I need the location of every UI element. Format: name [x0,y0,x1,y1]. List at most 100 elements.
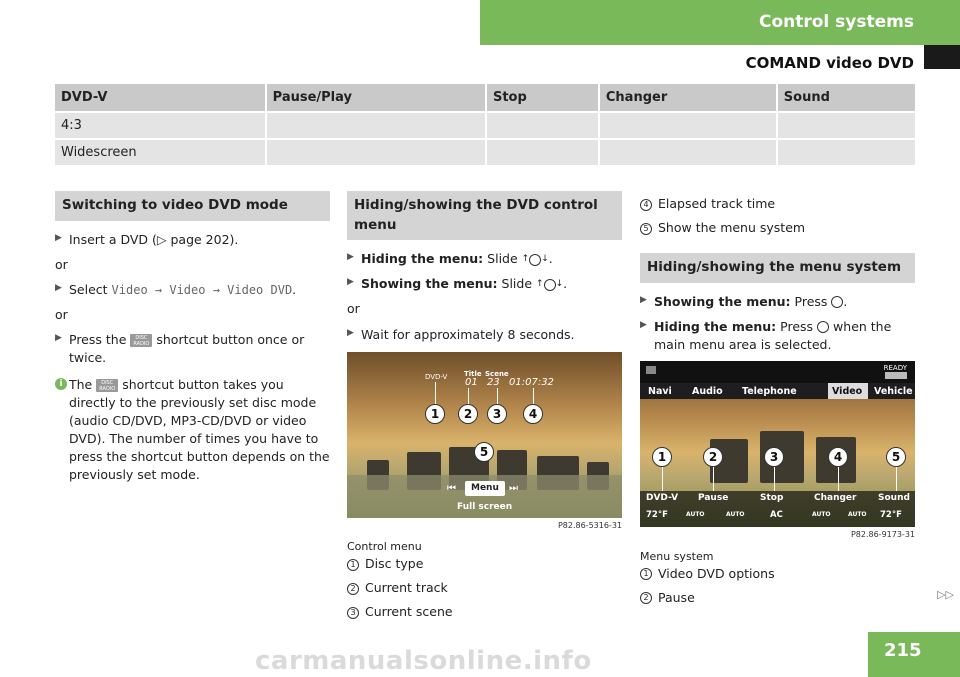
auto-fan-left: AUTO [726,511,745,519]
signal-icon [885,372,907,380]
instruction-step: Showing the menu: Press . [640,293,915,311]
corner-tab-marker [924,45,960,69]
auto-right: AUTO [848,511,867,519]
table-cell [266,140,487,167]
section-header-bar: Control systems [480,0,960,45]
step-label: Hiding the menu: [361,251,484,267]
callout-5: 5 [886,447,906,468]
table-cell [599,113,778,140]
callout-5: 5 [474,441,494,462]
step-text: Wait for approximately 8 seconds. [361,326,575,342]
menu-path: Video → Video → Video DVD [111,282,293,297]
icon-label: RADIO [133,341,150,348]
tab-telephone[interactable]: Telephone [738,383,828,399]
slide-up-icon: ↑ [536,279,544,290]
press-knob-icon [831,296,844,309]
step-label: Showing the menu: [361,276,498,292]
page-number: 215 [868,632,960,677]
image-code: P82.86-9173-31 [850,530,915,540]
func-dvd-v[interactable]: DVD-V [640,492,698,505]
table-cell [777,113,915,140]
table-cell [599,140,778,167]
table-header-cell: Changer [599,84,778,113]
number-marker: 4 [640,198,652,211]
image-code: P82.86-5316-31 [557,520,622,530]
callout-1: 1 [652,447,672,468]
table-header-cell: Stop [486,84,600,113]
previous-icon: ⏮ [447,482,456,494]
column-switching-mode: Switching to video DVD mode Insert a DVD… [55,191,330,484]
step-suffix: . [292,281,297,297]
slide-down-icon: ↓ [555,279,564,290]
step-text: Press [780,318,814,334]
image-caption: Menu system [640,549,714,563]
step-text: Insert a DVD (▷ page 202). [69,231,239,247]
step-prefix: Select [69,281,108,297]
subsection-title: COMAND video DVD [745,54,914,72]
tab-audio[interactable]: Audio [688,383,738,399]
or-separator: or [347,301,360,317]
list-item: 1 Disc type [347,555,622,573]
section-title: Control systems [758,12,914,32]
func-sound[interactable]: Sound [878,492,915,505]
number-marker: 1 [347,558,359,571]
func-pause[interactable]: Pause [698,492,760,505]
slide-down-icon: ↓ [541,254,549,265]
instruction-step: Press the DISCRADIO shortcut button once… [55,331,330,367]
item-text: Show the menu system [658,220,806,236]
func-changer[interactable]: Changer [814,492,878,505]
disc-radio-button-icon: DISC RADIO [130,334,153,348]
instruction-step: Select Video → Video → Video DVD. [55,281,330,299]
item-text: Video DVD options [658,565,775,581]
tab-vehicle[interactable]: Vehicle [868,383,915,399]
table-cell [266,113,487,140]
column-control-menu: Hiding/showing the DVD control menu Hidi… [347,191,622,628]
func-stop[interactable]: Stop [760,492,814,505]
list-item: 3 Current scene [347,603,622,621]
number-marker: 2 [347,582,359,595]
list-item: 1 Video DVD options [640,565,915,583]
video-dvd-options-table: DVD-V Pause/Play Stop Changer Sound 4:3 … [55,84,915,167]
number-marker: 3 [347,606,359,619]
instruction-step: Wait for approximately 8 seconds. [347,326,622,344]
table-header-row: DVD-V Pause/Play Stop Changer Sound [55,84,915,113]
watermark: carmanualsonline.info [255,646,592,676]
table-header-cell: DVD-V [55,84,267,113]
instruction-step: Showing the menu: Slide ↑↓. [347,275,622,293]
list-item: 2 Pause [640,589,915,607]
info-icon: i [55,377,67,390]
table-cell: 4:3 [55,113,267,140]
callout-3: 3 [487,403,507,424]
item-text: Disc type [365,556,424,572]
ac-label: AC [770,510,783,521]
item-text: Current scene [365,604,453,620]
instruction-step: Hiding the menu: Slide ↑↓. [347,250,622,268]
next-icon: ⏭ [509,482,518,494]
item-text: Current track [365,580,448,596]
list-item: 5 Show the menu system [640,219,915,237]
item-text: Elapsed track time [658,196,776,211]
list-item: 4 Elapsed track time [640,195,915,213]
table-cell [486,113,600,140]
tab-video[interactable]: Video [828,383,868,400]
instruction-step: Hiding the menu: Press when the main men… [640,318,915,354]
controller-knob-icon [529,253,542,266]
or-separator: or [55,307,68,323]
note-text: The [69,376,93,392]
section-heading: Switching to video DVD mode [55,191,330,221]
title-value: 01 [465,376,478,388]
table-cell [777,140,915,167]
full-screen-label: Full screen [457,501,513,512]
auto-left: AUTO [686,511,705,519]
disc-type-label: DVD-V [425,372,448,381]
table-header-cell: Pause/Play [266,84,487,113]
image-caption: Control menu [347,540,422,554]
controller-knob-icon [543,278,556,291]
table-row: 4:3 [55,113,915,140]
item-text: Pause [658,589,695,605]
elapsed-time-value: 01:07:32 [509,376,554,388]
control-menu-screenshot: DVD-V Title Scene 01 23 01:07:32 1 2 3 4… [347,351,622,518]
or-separator: or [55,256,68,272]
tab-navi[interactable]: Navi [640,383,688,399]
menu-button[interactable]: Menu [465,480,505,496]
